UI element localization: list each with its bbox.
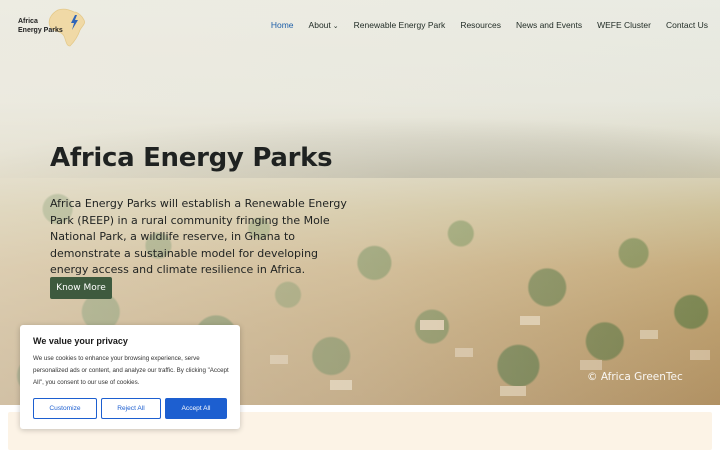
image-credit: © Africa GreenTec [587, 371, 683, 383]
nav-renewable-energy-park[interactable]: Renewable Energy Park [354, 20, 446, 30]
main-navigation: Home About ⌄ Renewable Energy Park Resour… [256, 20, 708, 30]
nav-news-and-events[interactable]: News and Events [516, 20, 582, 30]
accept-all-button[interactable]: Accept All [165, 398, 227, 419]
hero-title: Africa Energy Parks [50, 143, 333, 173]
site-logo[interactable]: Africa Energy Parks [14, 8, 85, 47]
nav-home[interactable]: Home [271, 20, 294, 30]
know-more-button[interactable]: Know More [50, 277, 112, 299]
nav-about[interactable]: About ⌄ [309, 20, 339, 30]
cookie-title: We value your privacy [33, 336, 128, 346]
hero-description: Africa Energy Parks will establish a Ren… [50, 197, 347, 276]
customize-button[interactable]: Customize [33, 398, 97, 419]
nav-contact-us[interactable]: Contact Us [666, 20, 708, 30]
cookie-text: We use cookies to enhance your browsing … [33, 355, 229, 387]
nav-wefe-cluster[interactable]: WEFE Cluster [597, 20, 651, 30]
chevron-down-icon: ⌄ [332, 23, 339, 30]
reject-all-button[interactable]: Reject All [101, 398, 161, 419]
logo-line-2: Energy Parks [18, 27, 63, 34]
cookie-consent-banner: We value your privacy We use cookies to … [20, 325, 240, 429]
logo-line-1: Africa [18, 18, 38, 25]
logo-wordmark: Africa Energy Parks [18, 17, 63, 35]
nav-resources[interactable]: Resources [460, 20, 501, 30]
nav-about-label: About [308, 20, 331, 30]
